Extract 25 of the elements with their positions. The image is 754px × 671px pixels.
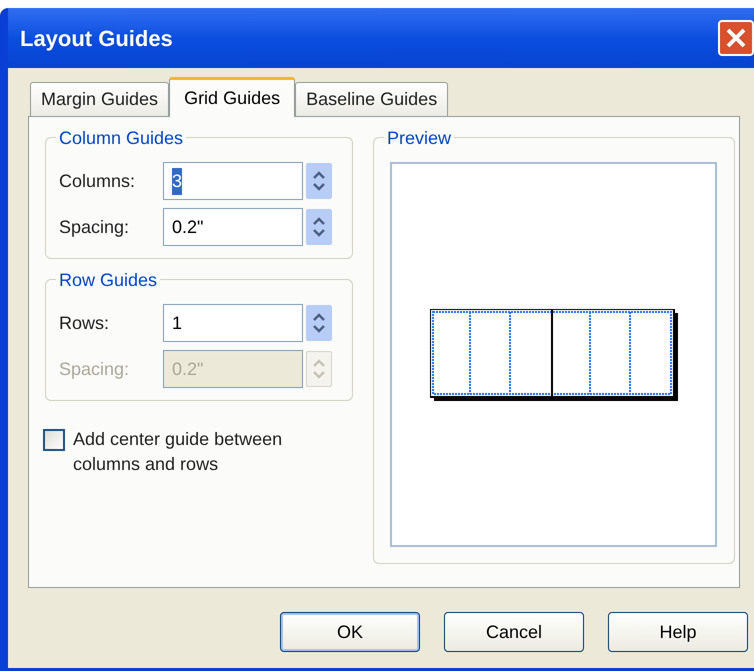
tab[interactable]: Baseline Guides xyxy=(295,82,448,116)
spin-field[interactable]: 1 xyxy=(163,304,303,342)
up-down-icon xyxy=(312,357,326,381)
dialog-button[interactable]: OK xyxy=(280,612,420,652)
field-label: Rows: xyxy=(59,312,110,334)
field-label: Spacing: xyxy=(59,358,130,381)
spin-field[interactable]: 0.2" xyxy=(163,208,303,246)
spin-button[interactable] xyxy=(306,209,332,245)
spin-field[interactable]: 3 xyxy=(163,162,303,200)
tab[interactable]: Margin Guides xyxy=(30,82,170,116)
field-label: Columns: xyxy=(59,170,136,192)
window-title: Layout Guides xyxy=(20,24,173,53)
tab[interactable]: Grid Guides xyxy=(169,77,296,117)
spin-button[interactable] xyxy=(306,163,332,199)
up-down-icon xyxy=(312,311,326,335)
dialog-button[interactable]: Cancel xyxy=(444,612,584,652)
dialog-button[interactable]: Help xyxy=(608,612,748,652)
checkbox[interactable] xyxy=(43,429,65,451)
spin-button[interactable] xyxy=(306,305,332,341)
up-down-icon xyxy=(312,169,326,193)
close-button[interactable] xyxy=(718,20,754,56)
checkbox-label: Add center guide between columns and rows xyxy=(73,428,284,476)
up-down-icon xyxy=(312,215,326,239)
close-icon xyxy=(725,27,747,49)
field-label: Spacing: xyxy=(59,216,130,239)
